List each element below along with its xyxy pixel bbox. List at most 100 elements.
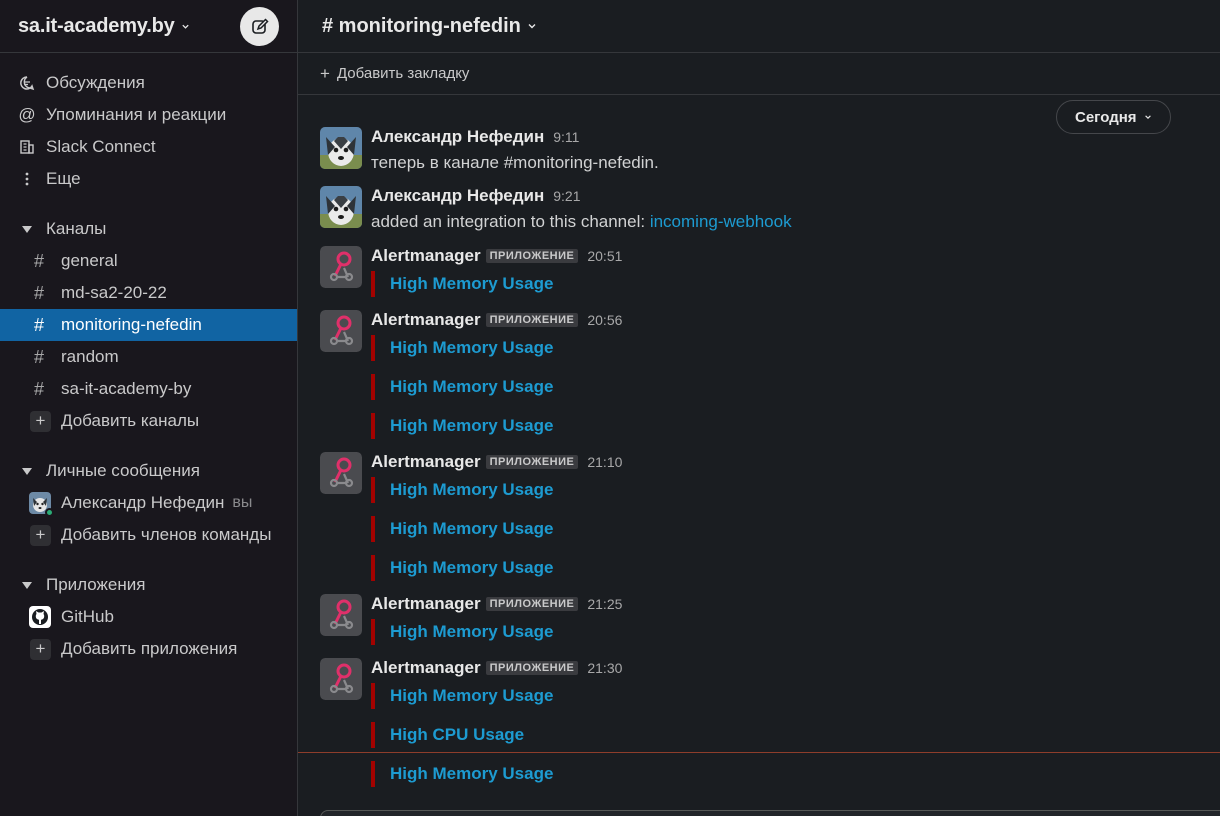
alert-title-link[interactable]: High Memory Usage bbox=[390, 519, 553, 539]
apps-section-header[interactable]: Приложения bbox=[0, 569, 297, 601]
message-time[interactable]: 20:51 bbox=[587, 248, 622, 264]
message: Alertmanager ПРИЛОЖЕНИЕ 20:56 High Memor… bbox=[320, 310, 1220, 439]
plus-icon: + bbox=[30, 410, 51, 432]
plus-icon: + bbox=[320, 63, 330, 83]
section-title: Каналы bbox=[46, 219, 107, 238]
building-icon bbox=[18, 138, 36, 156]
alert-attachment: High Memory Usage bbox=[371, 374, 1220, 400]
date-label: Сегодня bbox=[1075, 108, 1137, 126]
channel-label: monitoring-nefedin bbox=[61, 315, 202, 334]
add-teammates-button[interactable]: + Добавить членов команды bbox=[0, 519, 297, 551]
alert-title-link[interactable]: High Memory Usage bbox=[390, 558, 553, 578]
message: Alertmanager ПРИЛОЖЕНИЕ 21:30 High Memor… bbox=[320, 658, 1220, 787]
sidebar-item-channel-monitoring-nefedin[interactable]: # monitoring-nefedin bbox=[0, 309, 297, 341]
sidebar-item-channel-random[interactable]: # random bbox=[0, 341, 297, 373]
sidebar: sa.it-academy.by Обсуждения @ Упоминания… bbox=[0, 0, 298, 816]
alertmanager-avatar[interactable] bbox=[320, 310, 362, 352]
sidebar-item-channel-general[interactable]: # general bbox=[0, 245, 297, 277]
alertmanager-avatar[interactable] bbox=[320, 658, 362, 700]
sidebar-nav: Обсуждения @ Упоминания и реакции Slack … bbox=[0, 53, 297, 665]
sidebar-item-channel-sa-it-academy-by[interactable]: # sa-it-academy-by bbox=[0, 373, 297, 405]
channel-label: random bbox=[61, 347, 119, 366]
message-author[interactable]: Александр Нефедин bbox=[371, 127, 544, 147]
message-text-content: added an integration to this channel: bbox=[371, 212, 650, 231]
add-apps-button[interactable]: + Добавить приложения bbox=[0, 633, 297, 665]
channel-title[interactable]: # monitoring-nefedin bbox=[322, 15, 521, 38]
sidebar-item-channel-md-sa2[interactable]: # md-sa2-20-22 bbox=[0, 277, 297, 309]
sidebar-item-threads[interactable]: Обсуждения bbox=[0, 67, 297, 99]
chevron-down-icon[interactable] bbox=[527, 21, 537, 31]
avatar[interactable] bbox=[320, 186, 362, 228]
app-label: GitHub bbox=[61, 607, 114, 626]
dm-section-header[interactable]: Личные сообщения bbox=[0, 455, 297, 487]
app-badge: ПРИЛОЖЕНИЕ bbox=[485, 313, 579, 327]
sidebar-item-more[interactable]: Еще bbox=[0, 163, 297, 195]
workspace-name[interactable]: sa.it-academy.by bbox=[18, 15, 175, 38]
avatar[interactable] bbox=[320, 127, 362, 169]
plus-icon: + bbox=[30, 524, 51, 546]
alert-title-link[interactable]: High Memory Usage bbox=[390, 416, 553, 436]
alertmanager-avatar[interactable] bbox=[320, 594, 362, 636]
message-text: теперь в канале #monitoring-nefedin. bbox=[371, 153, 659, 172]
message-author[interactable]: Alertmanager bbox=[371, 310, 481, 330]
message-author[interactable]: Alertmanager bbox=[371, 452, 481, 472]
integration-link[interactable]: incoming-webhook bbox=[650, 212, 792, 231]
message-composer[interactable] bbox=[320, 810, 1220, 816]
workspace-header[interactable]: sa.it-academy.by bbox=[0, 0, 297, 53]
message-time[interactable]: 9:11 bbox=[553, 129, 579, 145]
alert-attachment: High Memory Usage bbox=[371, 761, 1220, 787]
hash-icon: # bbox=[34, 282, 45, 303]
message-time[interactable]: 21:25 bbox=[587, 596, 622, 612]
sidebar-item-slack-connect[interactable]: Slack Connect bbox=[0, 131, 297, 163]
sidebar-item-dm-self[interactable]: Александр Нефедин вы bbox=[0, 487, 297, 519]
alert-attachment: High Memory Usage bbox=[371, 619, 1220, 645]
message-author[interactable]: Alertmanager bbox=[371, 246, 481, 266]
alert-attachment: High Memory Usage bbox=[371, 516, 1220, 542]
message-time[interactable]: 20:56 bbox=[587, 312, 622, 328]
app-badge: ПРИЛОЖЕНИЕ bbox=[485, 597, 579, 611]
channel-view: # monitoring-nefedin + Добавить закладку… bbox=[298, 0, 1220, 816]
caret-down-icon bbox=[22, 467, 32, 475]
you-label: вы bbox=[232, 494, 253, 511]
message-author[interactable]: Александр Нефедин bbox=[371, 186, 544, 206]
compose-icon bbox=[251, 17, 269, 34]
add-channels-button[interactable]: + Добавить каналы bbox=[0, 405, 297, 437]
alert-title-link[interactable]: High Memory Usage bbox=[390, 338, 553, 358]
message-author[interactable]: Alertmanager bbox=[371, 594, 481, 614]
sidebar-item-label: Еще bbox=[46, 169, 81, 188]
message-time[interactable]: 21:10 bbox=[587, 454, 622, 470]
add-bookmark-button[interactable]: + Добавить закладку bbox=[298, 53, 1220, 95]
caret-down-icon bbox=[22, 581, 32, 589]
message-time[interactable]: 9:21 bbox=[553, 188, 580, 204]
at-icon: @ bbox=[18, 105, 36, 124]
sidebar-item-mentions[interactable]: @ Упоминания и реакции bbox=[0, 99, 297, 131]
alert-attachment: High Memory Usage bbox=[371, 477, 1220, 503]
alertmanager-avatar[interactable] bbox=[320, 246, 362, 288]
alert-title-link[interactable]: High Memory Usage bbox=[390, 686, 553, 706]
message-author[interactable]: Alertmanager bbox=[371, 658, 481, 678]
alert-title-link[interactable]: High Memory Usage bbox=[390, 764, 553, 784]
compose-button[interactable] bbox=[240, 7, 279, 46]
bookmark-label: Добавить закладку bbox=[336, 65, 470, 82]
alert-title-link[interactable]: High Memory Usage bbox=[390, 377, 553, 397]
alert-title-link[interactable]: High Memory Usage bbox=[390, 274, 553, 294]
alert-title-link[interactable]: High Memory Usage bbox=[390, 622, 553, 642]
alert-title-link[interactable]: High CPU Usage bbox=[390, 725, 524, 745]
channels-section-header[interactable]: Каналы bbox=[0, 213, 297, 245]
alert-title-link[interactable]: High Memory Usage bbox=[390, 480, 553, 500]
plus-icon: + bbox=[30, 638, 51, 660]
more-vertical-icon bbox=[18, 170, 36, 188]
avatar bbox=[29, 492, 54, 517]
hash-icon: # bbox=[34, 346, 45, 367]
sidebar-item-label: Slack Connect bbox=[46, 137, 156, 156]
channel-label: md-sa2-20-22 bbox=[61, 283, 167, 302]
add-label: Добавить приложения bbox=[61, 639, 238, 658]
channel-label: general bbox=[61, 251, 118, 270]
message-time[interactable]: 21:30 bbox=[587, 660, 622, 676]
sidebar-item-app-github[interactable]: GitHub bbox=[0, 601, 297, 633]
alertmanager-avatar[interactable] bbox=[320, 452, 362, 494]
app-badge: ПРИЛОЖЕНИЕ bbox=[485, 455, 579, 469]
